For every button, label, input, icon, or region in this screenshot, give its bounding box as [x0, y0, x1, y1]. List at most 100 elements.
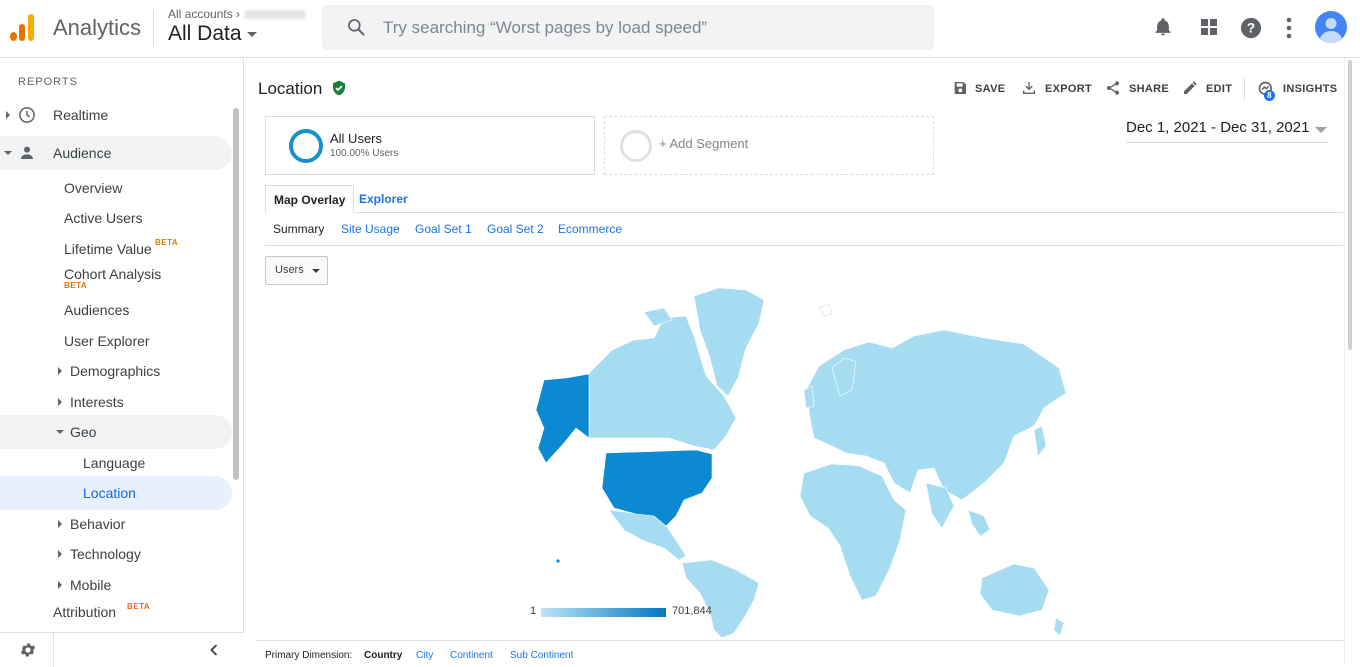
map-region-southeast-asia	[967, 509, 991, 537]
sidebar-item-label: Realtime	[53, 107, 109, 123]
top-bar: Analytics All accounts › All Data Try se…	[0, 0, 1360, 58]
insights-label: INSIGHTS	[1283, 83, 1338, 95]
sidebar-item-label: Language	[83, 455, 146, 471]
legend-gradient-bar	[541, 608, 666, 617]
beta-badge: BETA	[64, 281, 88, 290]
sidebar-item-technology[interactable]: Technology	[0, 537, 232, 571]
subtab-goal-set-2[interactable]: Goal Set 2	[487, 222, 544, 236]
product-name: Analytics	[53, 15, 142, 40]
insights-count-badge: 8	[1264, 90, 1275, 101]
map-region-uk	[803, 385, 815, 409]
dimension-city[interactable]: City	[416, 650, 433, 661]
sidebar-item-realtime[interactable]: Realtime	[0, 98, 232, 132]
sidebar-item-active-users[interactable]: Active Users	[0, 201, 232, 235]
sidebar: REPORTS Realtime Audience Overview Activ…	[0, 58, 244, 667]
map-metric-select[interactable]: Users	[265, 256, 328, 285]
sidebar-item-overview[interactable]: Overview	[0, 171, 232, 205]
sidebar-item-language[interactable]: Language	[0, 446, 232, 480]
avatar[interactable]	[1315, 11, 1347, 43]
sidebar-item-label: Location	[83, 485, 136, 501]
account-name-redacted	[244, 10, 307, 20]
download-icon	[1023, 82, 1035, 94]
empty-segment-ring	[620, 130, 652, 162]
sidebar-item-label: Overview	[64, 180, 123, 196]
apps-grid-icon[interactable]	[1200, 18, 1218, 36]
expand-arrow-icon	[6, 111, 10, 119]
account-breadcrumb[interactable]: All accounts ›	[168, 7, 307, 21]
edit-label: EDIT	[1206, 83, 1233, 95]
subtab-summary[interactable]: Summary	[273, 222, 324, 236]
sidebar-scrollbar[interactable]	[233, 108, 239, 480]
date-range-text: Dec 1, 2021 - Dec 31, 2021	[1126, 119, 1310, 136]
tab-map-overlay[interactable]: Map Overlay	[265, 185, 355, 213]
main-scrollbar-thumb[interactable]	[1348, 60, 1352, 350]
insights-button[interactable]: 8 INSIGHTS	[1257, 80, 1337, 104]
sidebar-item-demographics[interactable]: Demographics	[0, 354, 232, 388]
share-button[interactable]: SHARE	[1105, 80, 1169, 98]
actions-divider	[1244, 78, 1245, 100]
main-scrollbar[interactable]	[1344, 58, 1360, 666]
date-range-picker[interactable]: Dec 1, 2021 - Dec 31, 2021	[1126, 119, 1329, 143]
export-button[interactable]: EXPORT	[1021, 80, 1092, 98]
sidebar-item-audience[interactable]: Audience	[0, 136, 232, 170]
section-divider	[256, 640, 1343, 641]
sidebar-item-label: Technology	[70, 546, 141, 562]
dimension-country[interactable]: Country	[364, 650, 402, 661]
beta-badge: BETA	[155, 238, 179, 247]
sidebar-item-cohort-analysis[interactable]: Cohort Analysis BETA	[0, 258, 232, 294]
expand-arrow-icon	[58, 398, 62, 406]
sidebar-item-label: Demographics	[70, 363, 161, 379]
gear-icon[interactable]	[19, 641, 37, 659]
page-title: Location	[258, 79, 323, 98]
dimension-continent[interactable]: Continent	[450, 650, 493, 661]
clock-icon	[19, 107, 35, 123]
tab-explorer[interactable]: Explorer	[351, 185, 416, 213]
reports-section-label: REPORTS	[18, 76, 78, 88]
view-selector[interactable]: All Data	[168, 22, 242, 46]
sidebar-item-label: Audiences	[64, 302, 130, 318]
sidebar-item-audiences[interactable]: Audiences	[0, 293, 232, 327]
segment-percentage: 100.00% Users	[330, 148, 399, 159]
primary-dimension-label: Primary Dimension:	[265, 650, 353, 661]
expand-arrow-icon	[58, 367, 62, 375]
main-content: Location SAVE EXPORT SHARE EDIT 8 INSIGH…	[244, 58, 1360, 666]
view-dropdown-icon[interactable]	[247, 32, 257, 37]
sidebar-item-label: Geo	[70, 424, 97, 440]
analytics-logo-icon[interactable]	[10, 13, 36, 41]
subtab-site-usage[interactable]: Site Usage	[341, 222, 400, 236]
save-button[interactable]: SAVE	[952, 80, 1005, 98]
sidebar-item-user-explorer[interactable]: User Explorer	[0, 324, 232, 358]
add-segment-button[interactable]: + Add Segment	[604, 116, 934, 175]
subtab-ecommerce[interactable]: Ecommerce	[558, 222, 622, 236]
sidebar-item-attribution[interactable]: Attribution BETA	[0, 595, 232, 629]
expand-arrow-icon	[58, 550, 62, 558]
beta-badge: BETA	[127, 602, 151, 611]
map-region-new-zealand	[1053, 617, 1065, 637]
more-vert-icon[interactable]	[1286, 17, 1292, 39]
person-icon	[21, 146, 33, 159]
collapse-arrow-icon	[4, 151, 12, 155]
sidebar-footer	[0, 632, 244, 667]
sidebar-item-location[interactable]: Location	[0, 476, 232, 510]
world-map[interactable]	[514, 278, 1074, 638]
date-range-dropdown-icon	[1315, 127, 1327, 133]
subtab-goal-set-1[interactable]: Goal Set 1	[415, 222, 472, 236]
map-region-hawaii	[556, 559, 560, 563]
save-icon	[954, 82, 966, 94]
sidebar-item-label: Cohort Analysis	[64, 266, 162, 282]
map-region-svalbard	[818, 303, 833, 317]
sidebar-item-interests[interactable]: Interests	[0, 385, 232, 419]
dimension-sub-continent[interactable]: Sub Continent	[510, 650, 573, 661]
footer-divider	[53, 633, 54, 667]
sidebar-item-behavior[interactable]: Behavior	[0, 507, 232, 541]
segment-card-all-users[interactable]: All Users 100.00% Users	[265, 116, 595, 175]
sidebar-item-geo[interactable]: Geo	[0, 415, 232, 449]
sidebar-item-label: Audience	[53, 145, 112, 161]
bell-icon[interactable]	[1153, 16, 1173, 38]
segment-color-ring	[289, 129, 323, 163]
help-icon[interactable]: ?	[1240, 17, 1262, 39]
map-region-japan	[1033, 425, 1047, 457]
search-bar[interactable]: Try searching “Worst pages by load speed…	[322, 5, 934, 50]
collapse-sidebar-icon[interactable]	[207, 643, 221, 657]
edit-button[interactable]: EDIT	[1182, 80, 1232, 98]
